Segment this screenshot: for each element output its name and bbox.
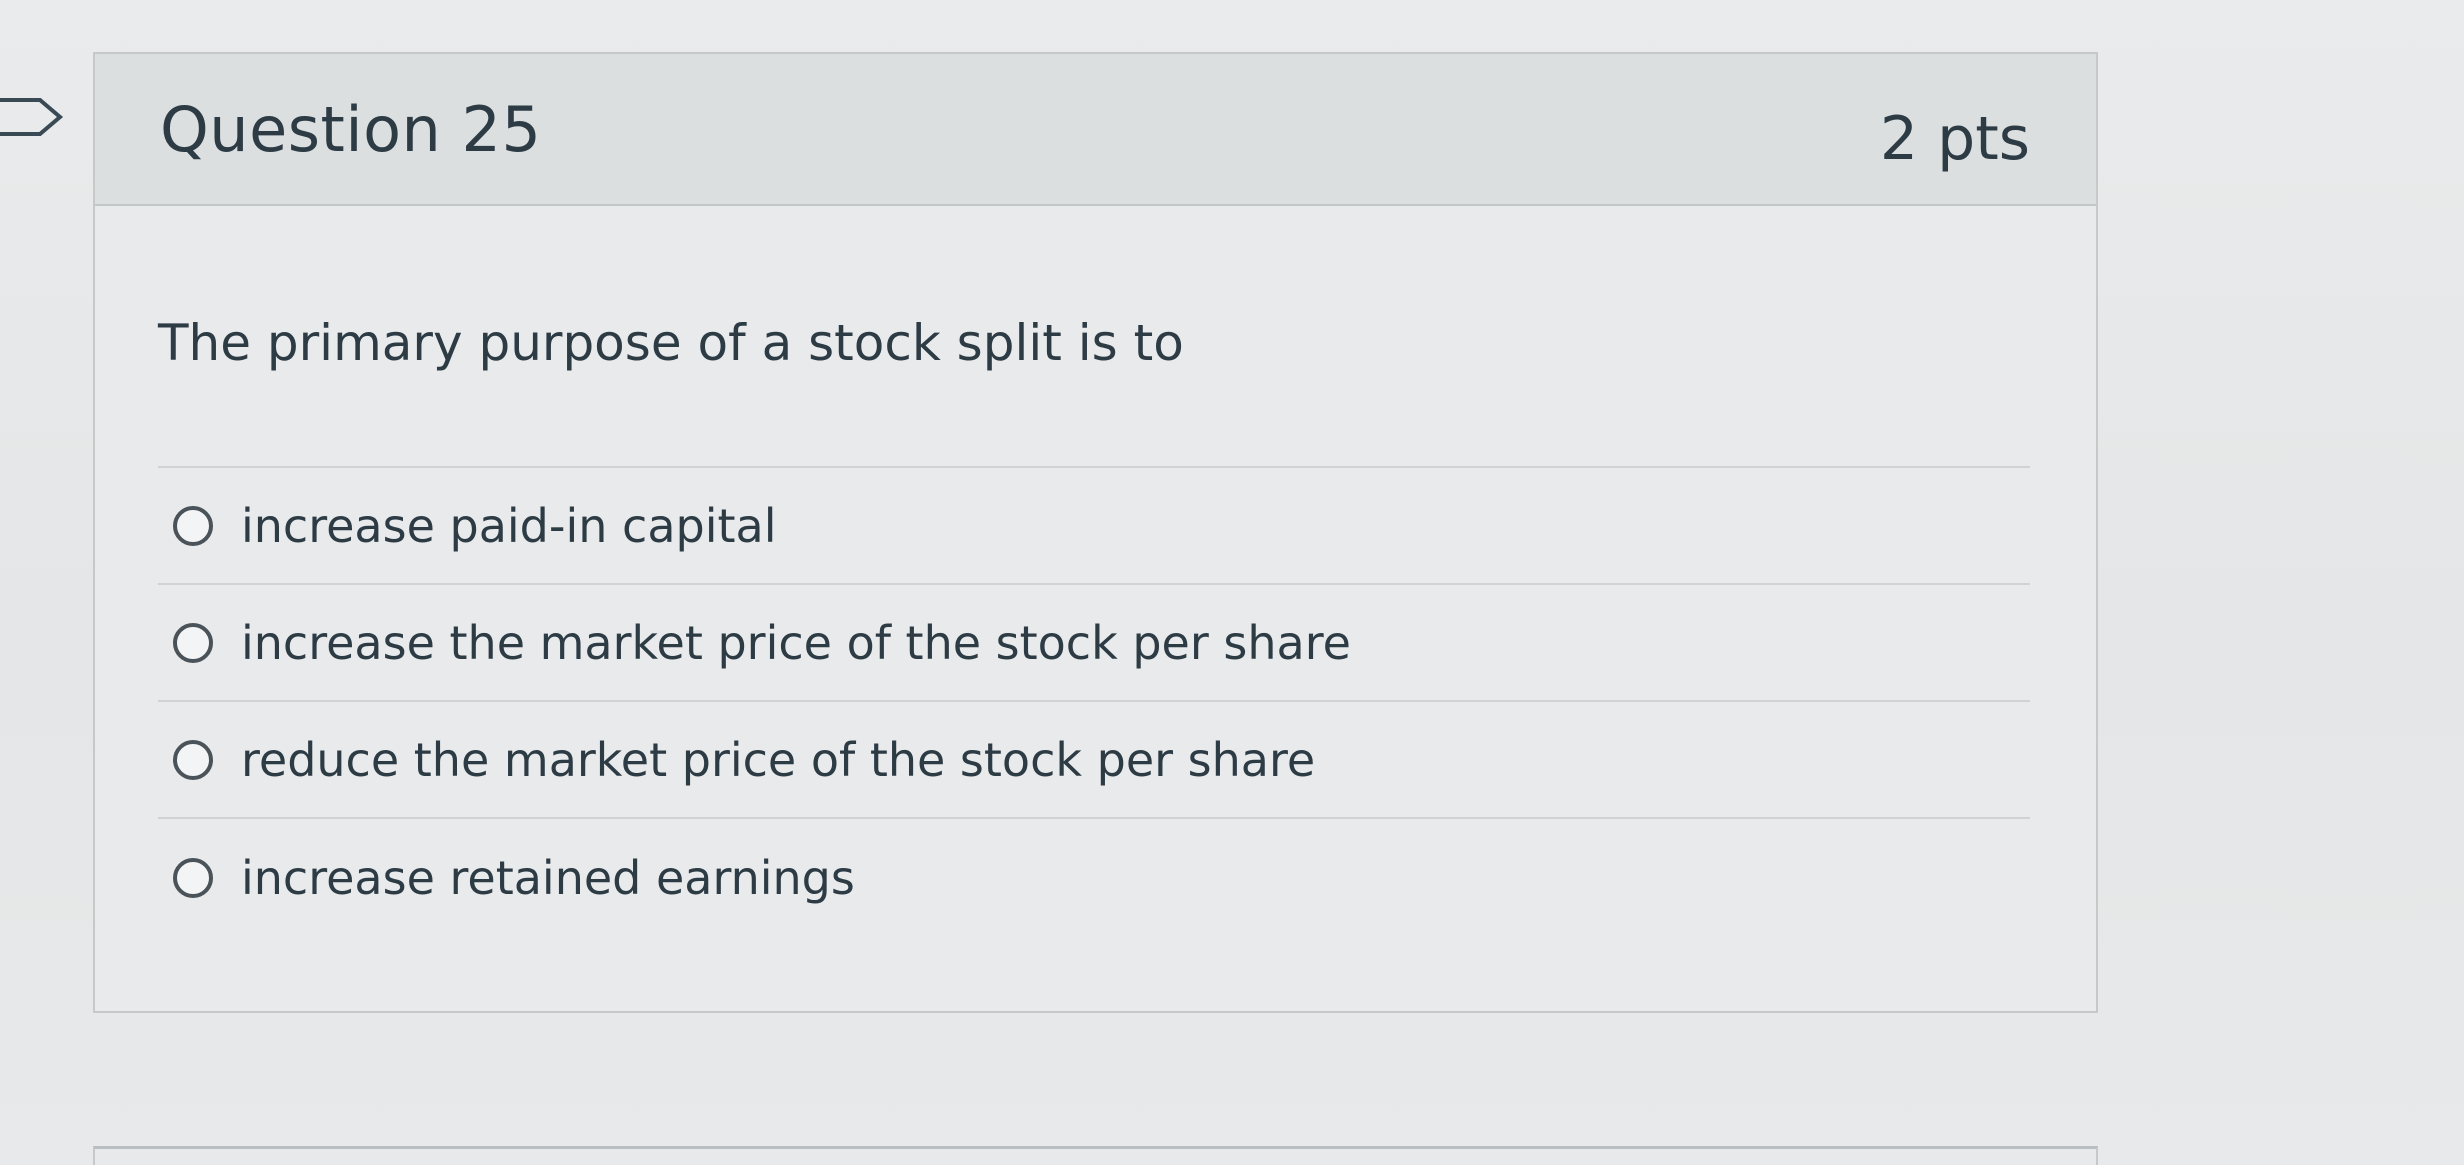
radio-unselected-icon[interactable] [173, 622, 213, 663]
answer-label[interactable]: reduce the market price of the stock per… [241, 733, 1315, 787]
question-prompt: The primary purpose of a stock split is … [158, 206, 2030, 468]
question-header: Question 25 2 pts [95, 54, 2096, 206]
quiz-page: Question 25 2 pts The primary purpose of… [0, 0, 2464, 1165]
question-card: Question 25 2 pts The primary purpose of… [93, 52, 2098, 1013]
answer-option[interactable]: reduce the market price of the stock per… [158, 702, 2030, 819]
answer-option[interactable]: increase retained earnings [158, 819, 2030, 936]
answer-list: increase paid-in capital increase the ma… [158, 468, 2030, 936]
answer-option[interactable]: increase the market price of the stock p… [158, 585, 2030, 702]
question-points: 2 pts [1879, 104, 2030, 174]
question-title: Question 25 [160, 92, 542, 166]
radio-unselected-icon[interactable] [173, 505, 213, 546]
radio-unselected-icon[interactable] [173, 739, 213, 780]
answer-label[interactable]: increase the market price of the stock p… [241, 616, 1351, 670]
answer-label[interactable]: increase paid-in capital [241, 499, 777, 553]
next-question-card-edge [93, 1146, 2098, 1165]
bookmark-flag-icon[interactable] [0, 96, 66, 138]
radio-unselected-icon[interactable] [173, 857, 213, 898]
answer-label[interactable]: increase retained earnings [241, 851, 855, 905]
question-body: The primary purpose of a stock split is … [95, 206, 2096, 936]
answer-option[interactable]: increase paid-in capital [158, 468, 2030, 585]
